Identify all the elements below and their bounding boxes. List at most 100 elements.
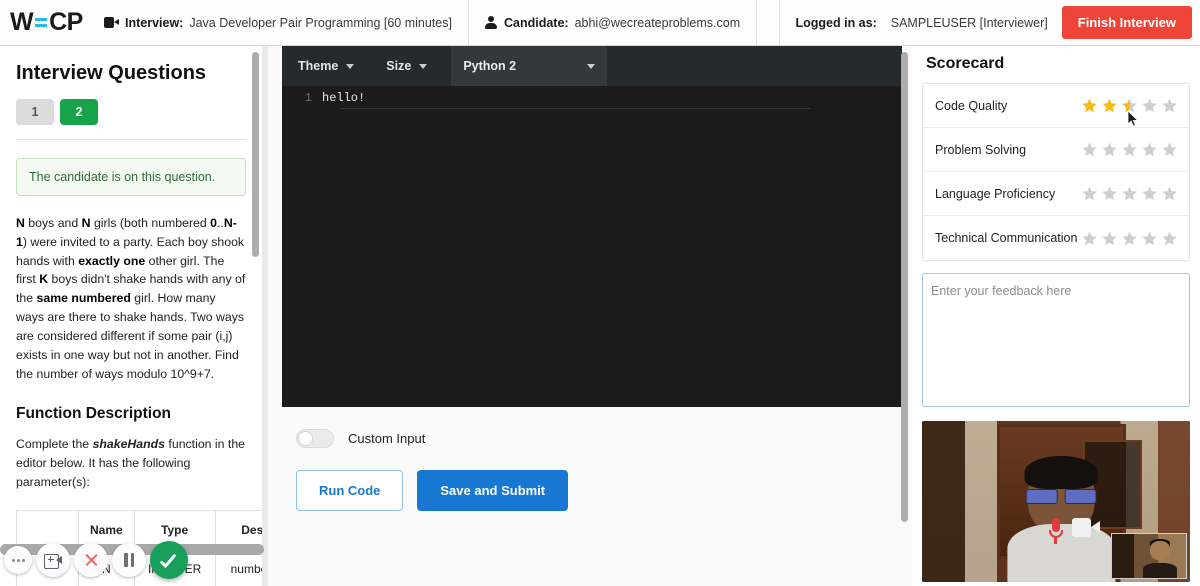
call-control-buttons [4, 541, 188, 579]
app-header: W CP Interview: Java Developer Pair Prog… [0, 0, 1200, 46]
save-and-submit-button[interactable]: Save and Submit [417, 470, 569, 511]
criterion-label: Language Proficiency [935, 186, 1056, 201]
chevron-down-icon [346, 63, 355, 69]
star-icon[interactable] [1142, 186, 1157, 201]
function-description-title: Function Description [16, 405, 171, 423]
size-label: Size [386, 59, 412, 73]
finish-interview-button[interactable]: Finish Interview [1061, 6, 1192, 39]
end-call-icon[interactable] [74, 543, 108, 577]
scorecard-row-problem-solving: Problem Solving [923, 128, 1189, 172]
editor-actions: Custom Input Run Code Save and Submit [282, 407, 902, 511]
language-dropdown[interactable]: Python 2 [451, 46, 608, 86]
custom-input-toggle[interactable] [296, 429, 334, 448]
star-icon[interactable] [1122, 186, 1137, 201]
star-icon[interactable] [1122, 231, 1137, 246]
chevron-down-icon [419, 63, 428, 69]
person-icon [485, 16, 498, 29]
star-icon[interactable] [1082, 98, 1097, 113]
interview-questions-panel: Interview Questions 1 2 The candidate is… [0, 46, 262, 586]
star-icon[interactable] [1162, 186, 1177, 201]
more-options-icon[interactable] [4, 546, 32, 574]
star-icon[interactable] [1102, 231, 1117, 246]
criterion-label: Code Quality [935, 98, 1008, 113]
candidate-info: Candidate: abhi@wecreateproblems.com [467, 0, 756, 45]
editor-toolbar: Theme Size Python 2 [282, 46, 902, 86]
size-dropdown[interactable]: Size [370, 46, 443, 86]
question-text: N boys and N girls (both numbered 0..N-1… [16, 216, 246, 381]
header-spacer [756, 0, 778, 45]
self-view-thumbnail[interactable] [1111, 533, 1187, 579]
star-icon[interactable] [1142, 98, 1157, 113]
star-icon[interactable] [1102, 98, 1117, 113]
theme-dropdown[interactable]: Theme [282, 46, 370, 86]
toggle-knob [298, 431, 313, 446]
call-control-bar [0, 535, 288, 586]
star-icon[interactable] [1162, 98, 1177, 113]
code-area[interactable]: 1 hello! [282, 86, 902, 407]
star-icon[interactable] [1082, 231, 1097, 246]
star-icon[interactable] [1122, 142, 1137, 157]
logo-equals-icon [35, 18, 48, 27]
mouse-cursor-icon [1127, 110, 1139, 127]
page-title: Interview Questions [16, 62, 207, 84]
interview-app: W CP Interview: Java Developer Pair Prog… [0, 0, 1200, 586]
interview-label: Interview: [125, 15, 184, 30]
scorecard-row-code-quality: Code Quality [923, 84, 1189, 128]
theme-label: Theme [298, 59, 339, 73]
rating-stars-technical-communication[interactable] [1082, 231, 1177, 246]
interview-info: Interview: Java Developer Pair Programmi… [88, 0, 468, 45]
code-editor-panel: Theme Size Python 2 1 hello! Custom Inpu… [268, 46, 912, 586]
candidate-label: Candidate: [503, 15, 569, 30]
rating-stars-problem-solving[interactable] [1082, 142, 1177, 157]
center-panel-scrollbar[interactable] [901, 52, 908, 552]
add-camera-icon[interactable] [36, 543, 70, 577]
active-line-underline [340, 108, 810, 109]
chevron-down-icon [587, 63, 596, 69]
scorecard-title: Scorecard [926, 55, 1005, 72]
logged-in-user: SAMPLEUSER [Interviewer] [890, 15, 1048, 30]
question-tab-1[interactable]: 1 [16, 99, 54, 125]
star-icon[interactable] [1102, 142, 1117, 157]
line-number: 1 [304, 91, 312, 105]
criterion-label: Problem Solving [935, 142, 1027, 157]
run-code-button[interactable]: Run Code [296, 470, 404, 511]
star-icon[interactable] [1162, 231, 1177, 246]
pause-icon[interactable] [112, 543, 146, 577]
candidate-email: abhi@wecreateproblems.com [574, 15, 741, 30]
camera-icon [1072, 517, 1101, 537]
scorecard-panel: Scorecard Code Quality Problem Solving L… [912, 46, 1200, 586]
participant-hair [1024, 456, 1098, 490]
star-icon[interactable] [1142, 142, 1157, 157]
candidate-status-notice: The candidate is on this question. [16, 158, 246, 196]
logo-letter-w: W [10, 8, 34, 36]
custom-input-row: Custom Input [282, 407, 902, 448]
interview-title: Java Developer Pair Programming [60 minu… [189, 15, 452, 30]
accept-check-icon[interactable] [150, 541, 188, 579]
wecp-logo[interactable]: W CP [0, 0, 88, 45]
custom-input-label: Custom Input [348, 431, 426, 446]
code-line: 1 hello! [282, 86, 902, 105]
logo-mark: W CP [10, 10, 83, 35]
video-call-feed[interactable] [922, 421, 1190, 582]
rating-stars-code-quality[interactable] [1082, 98, 1177, 127]
mic-muted-icon [1048, 517, 1064, 544]
editor-container: Theme Size Python 2 1 hello! [282, 46, 902, 407]
star-icon[interactable] [1082, 142, 1097, 157]
language-value: Python 2 [463, 59, 517, 73]
feedback-textarea[interactable] [922, 273, 1190, 407]
criterion-label: Technical Communication [935, 231, 1078, 245]
star-icon[interactable] [1082, 186, 1097, 201]
line-content: hello! [322, 91, 366, 105]
participant-glasses [1025, 489, 1097, 505]
session-info: Logged in as: SAMPLEUSER [Interviewer] F… [778, 0, 1200, 45]
question-tab-2[interactable]: 2 [60, 99, 98, 125]
star-icon[interactable] [1142, 231, 1157, 246]
left-panel-scrollbar[interactable] [252, 52, 259, 580]
star-icon[interactable] [1102, 186, 1117, 201]
logged-in-label: Logged in as: [795, 15, 877, 30]
scorecard-list: Code Quality Problem Solving Language Pr… [922, 83, 1190, 261]
divider [16, 139, 246, 140]
star-icon[interactable] [1162, 142, 1177, 157]
rating-stars-language-proficiency[interactable] [1082, 186, 1177, 201]
logo-letters-cp: CP [49, 8, 83, 36]
